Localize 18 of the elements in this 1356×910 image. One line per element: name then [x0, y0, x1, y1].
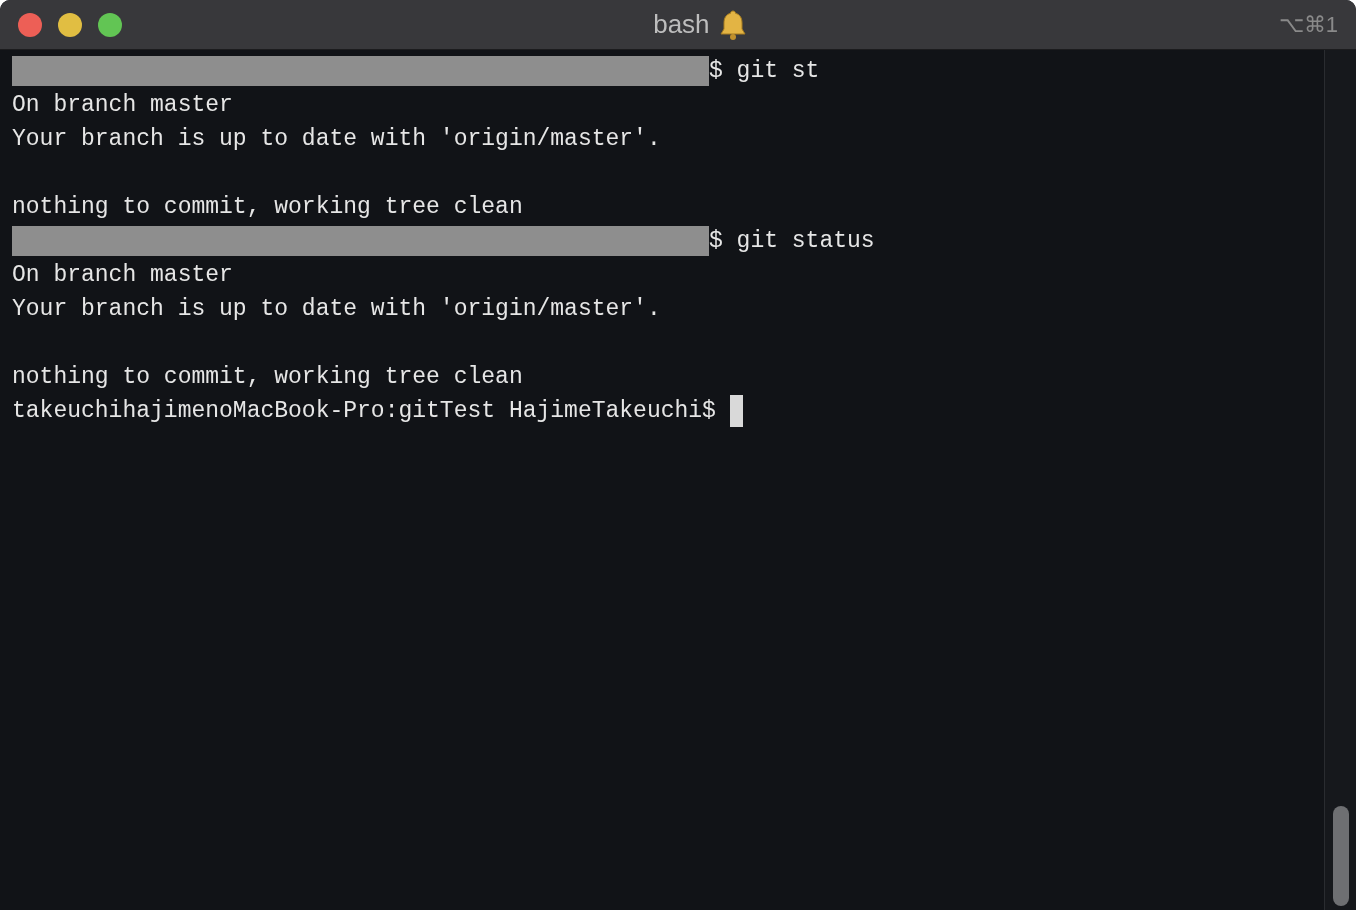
shortcut-label: ⌥⌘1 [1278, 11, 1338, 39]
zoom-button[interactable] [98, 12, 122, 37]
terminal-line: Your branch is up to date with 'origin/master'. [12, 124, 661, 154]
terminal-line: Your branch is up to date with 'origin/master'. [12, 294, 661, 324]
minimize-button[interactable] [58, 12, 82, 37]
bell-icon [717, 8, 748, 41]
terminal-line: nothing to commit, working tree clean [12, 362, 523, 392]
window-title: bash [653, 8, 710, 41]
terminal-line: $ git status [709, 226, 875, 256]
terminal-prompt: takeuchihajimenoMacBook-Pro:gitTest HajimeTakeuchi$ [12, 396, 716, 426]
scrollbar-thumb[interactable] [1332, 806, 1349, 906]
terminal-line: $ git st [709, 56, 820, 86]
close-button[interactable] [18, 12, 42, 37]
scrollbar[interactable] [1324, 50, 1356, 910]
text-cursor [729, 395, 743, 427]
terminal-line: On branch master [12, 90, 233, 120]
terminal-line: nothing to commit, working tree clean [12, 192, 523, 222]
terminal-line: On branch master [12, 260, 233, 290]
